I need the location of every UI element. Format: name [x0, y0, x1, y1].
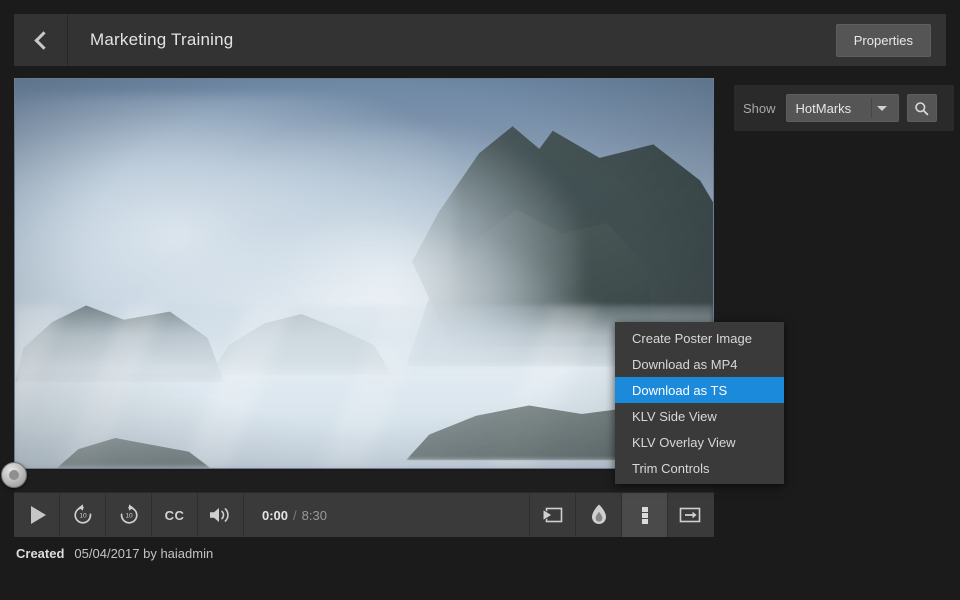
- insert-arrow-icon: [541, 505, 565, 525]
- forward-10-icon: 10: [117, 503, 141, 527]
- forward-10-button[interactable]: 10: [106, 493, 152, 537]
- seek-handle[interactable]: [1, 462, 27, 488]
- next-export-button[interactable]: [668, 493, 714, 537]
- menu-item-create-poster-image[interactable]: Create Poster Image: [615, 325, 784, 351]
- video-detail-page: Marketing Training Properties: [0, 0, 960, 600]
- show-label: Show: [743, 101, 776, 116]
- menu-item-download-as-mp4[interactable]: Download as MP4: [615, 351, 784, 377]
- page-title: Marketing Training: [68, 14, 836, 66]
- volume-button[interactable]: [198, 493, 244, 537]
- video-player: 10 10 CC 0:00: [14, 78, 714, 525]
- more-options-button[interactable]: [622, 493, 668, 537]
- created-value: 05/04/2017 by haiadmin: [74, 546, 213, 561]
- time-total: 8:30: [302, 508, 327, 523]
- cc-icon: CC: [165, 508, 185, 523]
- replay-10-icon: 10: [71, 503, 95, 527]
- menu-item-download-as-ts[interactable]: Download as TS: [615, 377, 784, 403]
- svg-text:10: 10: [125, 513, 133, 520]
- show-filter-value: HotMarks: [787, 101, 877, 116]
- chevron-down-icon: [877, 106, 887, 111]
- video-frame-vignette: [15, 79, 713, 468]
- search-icon: [914, 101, 929, 116]
- time-display: 0:00 / 8:30: [244, 493, 530, 537]
- time-separator: /: [293, 508, 297, 523]
- properties-button[interactable]: Properties: [836, 24, 931, 57]
- dropdown-divider: [871, 98, 872, 118]
- play-icon: [31, 506, 46, 524]
- time-current: 0:00: [262, 508, 288, 523]
- video-surface[interactable]: [14, 78, 714, 469]
- vertical-dots-icon: [640, 503, 650, 527]
- arrow-right-box-icon: [678, 505, 704, 525]
- rewind-10-button[interactable]: 10: [60, 493, 106, 537]
- flame-icon: [589, 503, 609, 527]
- search-button[interactable]: [907, 94, 937, 122]
- svg-text:10: 10: [79, 513, 87, 520]
- volume-icon: [208, 505, 234, 525]
- menu-item-klv-overlay-view[interactable]: KLV Overlay View: [615, 429, 784, 455]
- seek-bar[interactable]: [14, 471, 714, 492]
- menu-item-klv-side-view[interactable]: KLV Side View: [615, 403, 784, 429]
- player-controls: 10 10 CC 0:00: [14, 492, 714, 537]
- show-filter-dropdown[interactable]: HotMarks: [786, 94, 899, 122]
- closed-captions-button[interactable]: CC: [152, 493, 198, 537]
- back-button[interactable]: [14, 14, 68, 66]
- created-label: Created: [16, 546, 64, 561]
- created-info: Created 05/04/2017 by haiadmin: [16, 546, 213, 561]
- page-header: Marketing Training Properties: [14, 14, 946, 66]
- hotmark-button[interactable]: [576, 493, 622, 537]
- menu-item-trim-controls[interactable]: Trim Controls: [615, 455, 784, 481]
- insert-clip-button[interactable]: [530, 493, 576, 537]
- chevron-left-icon: [34, 31, 52, 49]
- more-options-menu: Create Poster Image Download as MP4 Down…: [615, 322, 784, 484]
- hotmarks-panel: Show HotMarks: [734, 85, 954, 131]
- play-button[interactable]: [14, 493, 60, 537]
